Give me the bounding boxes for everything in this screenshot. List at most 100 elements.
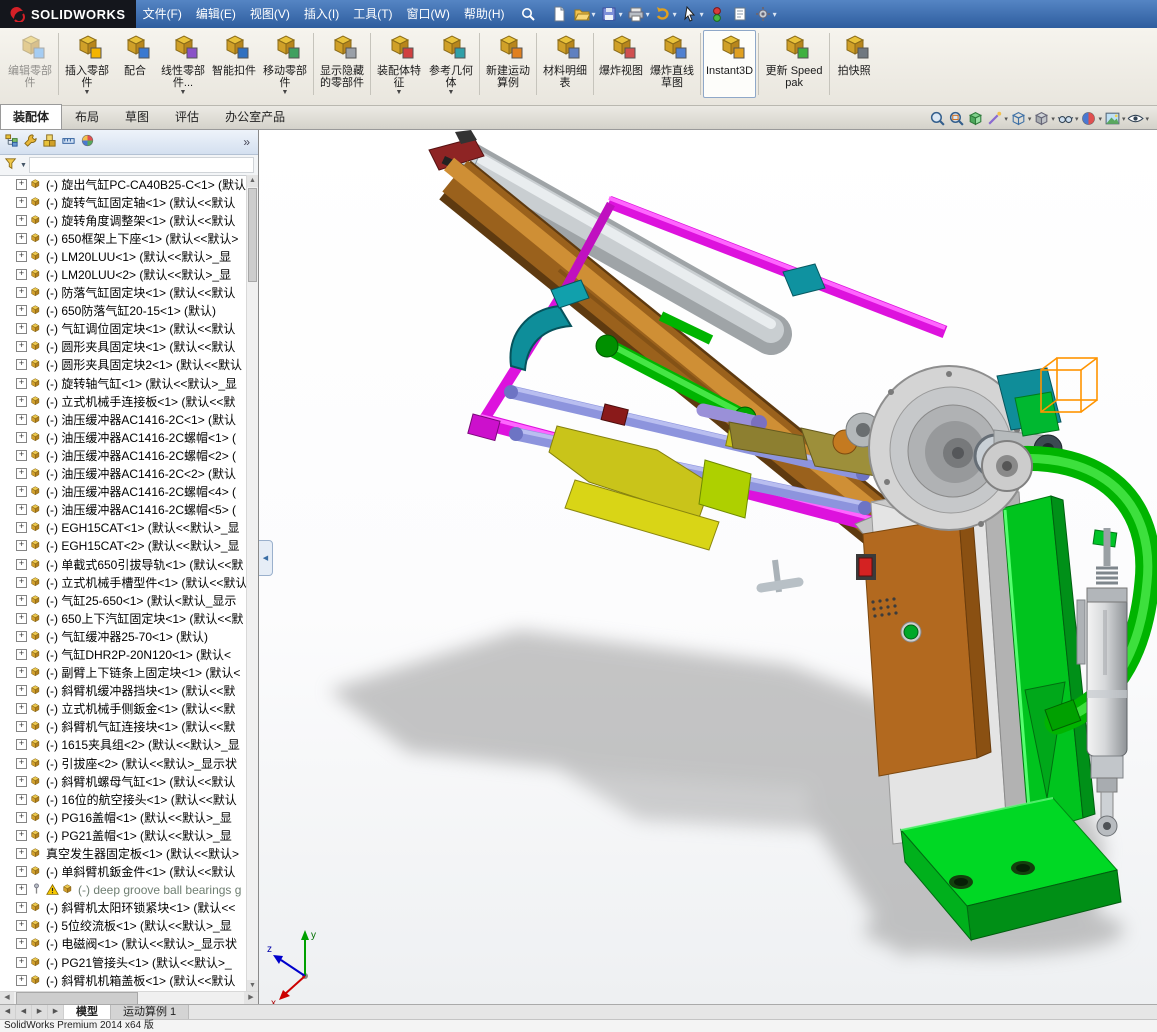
vertical-scroll-thumb[interactable] <box>248 188 257 282</box>
expand-icon[interactable]: + <box>16 396 27 407</box>
filter-funnel-icon[interactable] <box>4 157 18 174</box>
view-orientation-icon[interactable]: ▾ <box>1010 110 1032 127</box>
mgr-config-icon[interactable] <box>42 133 57 151</box>
expand-icon[interactable]: + <box>16 848 27 859</box>
cmd-button-10[interactable]: 装配体特征▼ <box>373 30 425 98</box>
cmd-button-3[interactable]: 配合 <box>113 30 157 98</box>
menu-item-5[interactable]: 窗口(W) <box>400 0 457 28</box>
tab-nav-0[interactable]: ◀ <box>0 1005 16 1020</box>
open-folder-dropdown[interactable]: ▾ <box>592 10 596 19</box>
cmd-button-18[interactable]: 爆炸直线草图 <box>646 30 698 98</box>
cmd-dropdown-icon[interactable]: ▼ <box>180 89 187 96</box>
cmd-button-2[interactable]: 插入零部件▼ <box>61 30 113 98</box>
tree-item-36[interactable]: +(-) PG21盖帽<1> (默认<<默认>_显 <box>0 826 247 844</box>
expand-icon[interactable]: + <box>16 975 27 986</box>
expand-icon[interactable]: + <box>16 649 27 660</box>
tree-item-9[interactable]: +(-) 圆形夹具固定块<1> (默认<<默认 <box>0 338 247 356</box>
filter-input[interactable] <box>29 157 254 173</box>
filter-dropdown-icon[interactable]: ▼ <box>20 162 27 169</box>
graphics-viewport[interactable]: y z x ◀ <box>259 130 1157 1005</box>
expand-icon[interactable]: + <box>16 341 27 352</box>
tree-item-13[interactable]: +(-) 油压缓冲器AC1416-2C<1> (默认 <box>0 410 247 428</box>
scroll-up-arrow[interactable]: ▲ <box>247 175 258 187</box>
tree-item-22[interactable]: +(-) 立式机械手槽型件<1> (默认<<默认 <box>0 573 247 591</box>
cmd-button-4[interactable]: 线性零部件...▼ <box>157 30 209 98</box>
print-dropdown[interactable]: ▾ <box>646 10 650 19</box>
expand-icon[interactable]: + <box>16 197 27 208</box>
expand-icon[interactable]: + <box>16 305 27 316</box>
expand-icon[interactable]: + <box>16 721 27 732</box>
tree-item-5[interactable]: +(-) LM20LUU<2> (默认<<默认>_显 <box>0 265 247 283</box>
tree-horizontal-scrollbar[interactable]: ◀ ▶ <box>0 991 258 1005</box>
expand-icon[interactable]: + <box>16 323 27 334</box>
electronics-panel[interactable] <box>856 518 991 776</box>
open-folder-icon[interactable] <box>571 3 593 25</box>
assembly-3d-view[interactable]: y z x <box>259 130 1157 1005</box>
cmd-dropdown-icon[interactable]: ▼ <box>282 89 289 96</box>
panel-chevron[interactable]: » <box>243 135 254 149</box>
tree-item-44[interactable]: +(-) 斜臂机机箱盖板<1> (默认<<默认 <box>0 971 247 989</box>
select-cursor-icon[interactable] <box>679 3 701 25</box>
expand-icon[interactable]: + <box>16 884 27 895</box>
display-settings-dropdown[interactable]: ▾ <box>1004 115 1008 123</box>
tree-item-43[interactable]: +(-) PG21管接头<1> (默认<<默认>_ <box>0 953 247 971</box>
expand-icon[interactable]: + <box>16 251 27 262</box>
bottom-tab-1[interactable]: 运动算例 1 <box>111 1005 189 1020</box>
view-settings-dropdown[interactable]: ▾ <box>1145 115 1149 123</box>
cmd-dropdown-icon[interactable]: ▼ <box>396 89 403 96</box>
apply-scene-dropdown[interactable]: ▾ <box>1122 115 1126 123</box>
apply-scene-icon[interactable]: ▾ <box>1104 110 1126 127</box>
expand-icon[interactable]: + <box>16 920 27 931</box>
tree-item-19[interactable]: +(-) EGH15CAT<1> (默认<<默认>_显 <box>0 519 247 537</box>
new-doc-icon[interactable] <box>548 3 570 25</box>
tree-item-34[interactable]: +(-) 16位的航空接头<1> (默认<<默认 <box>0 790 247 808</box>
expand-icon[interactable]: + <box>16 830 27 841</box>
view-orientation-dropdown[interactable]: ▾ <box>1028 115 1032 123</box>
edit-appearance-icon[interactable]: ▾ <box>1080 110 1102 127</box>
mgr-display-icon[interactable] <box>80 133 95 151</box>
tree-item-15[interactable]: +(-) 油压缓冲器AC1416-2C螺帽<2> ( <box>0 446 247 464</box>
tree-item-30[interactable]: +(-) 斜臂机气缸连接块<1> (默认<<默 <box>0 718 247 736</box>
ribbon-tab-3[interactable]: 评估 <box>162 104 212 129</box>
expand-icon[interactable]: + <box>16 776 27 787</box>
mgr-dimxpert-icon[interactable] <box>61 133 76 151</box>
menu-item-1[interactable]: 编辑(E) <box>189 0 243 28</box>
menu-item-2[interactable]: 视图(V) <box>243 0 297 28</box>
expand-icon[interactable]: + <box>16 902 27 913</box>
expand-icon[interactable]: + <box>16 631 27 642</box>
expand-icon[interactable]: + <box>16 179 27 190</box>
expand-icon[interactable]: + <box>16 703 27 714</box>
expand-icon[interactable]: + <box>16 468 27 479</box>
expand-icon[interactable]: + <box>16 269 27 280</box>
tree-item-23[interactable]: +(-) 气缸25-650<1> (默认<默认_显示 <box>0 591 247 609</box>
rebuild-icon[interactable] <box>706 3 728 25</box>
undo-dropdown[interactable]: ▾ <box>673 10 677 19</box>
expand-icon[interactable]: + <box>16 739 27 750</box>
cmd-button-13[interactable]: 新建运动算例 <box>482 30 534 98</box>
file-properties-icon[interactable] <box>729 3 751 25</box>
expand-icon[interactable]: + <box>16 359 27 370</box>
menu-item-4[interactable]: 工具(T) <box>346 0 399 28</box>
expand-icon[interactable]: + <box>16 540 27 551</box>
tree-item-11[interactable]: +(-) 旋转轴气缸<1> (默认<<默认>_显 <box>0 374 247 392</box>
tree-item-25[interactable]: +(-) 气缸缓冲器25-70<1> (默认) <box>0 627 247 645</box>
menu-item-6[interactable]: 帮助(H) <box>457 0 512 28</box>
expand-icon[interactable]: + <box>16 595 27 606</box>
section-view-icon[interactable] <box>967 110 984 127</box>
tree-item-0[interactable]: +(-) 旋出气缸PC-CA40B25-C<1> (默认 <box>0 175 247 193</box>
expand-icon[interactable]: + <box>16 522 27 533</box>
tree-item-6[interactable]: +(-) 防落气缸固定块<1> (默认<<默认 <box>0 284 247 302</box>
expand-icon[interactable]: + <box>16 287 27 298</box>
mgr-tree-icon[interactable] <box>4 133 19 151</box>
tab-nav-1[interactable]: ◀ <box>16 1005 32 1020</box>
tree-item-7[interactable]: +(-) 650防落气缸20-15<1> (默认) <box>0 302 247 320</box>
expand-icon[interactable]: + <box>16 486 27 497</box>
zoom-area-icon[interactable] <box>948 110 965 127</box>
undo-icon[interactable] <box>652 3 674 25</box>
expand-icon[interactable]: + <box>16 559 27 570</box>
expand-icon[interactable]: + <box>16 504 27 515</box>
cmd-button-22[interactable]: 更新 Speedpak <box>761 30 827 98</box>
tree-item-28[interactable]: +(-) 斜臂机缓冲器挡块<1> (默认<<默 <box>0 682 247 700</box>
tree-item-39[interactable]: +(-) deep groove ball bearings g <box>0 881 247 899</box>
view-settings-icon[interactable]: ▾ <box>1127 110 1149 127</box>
